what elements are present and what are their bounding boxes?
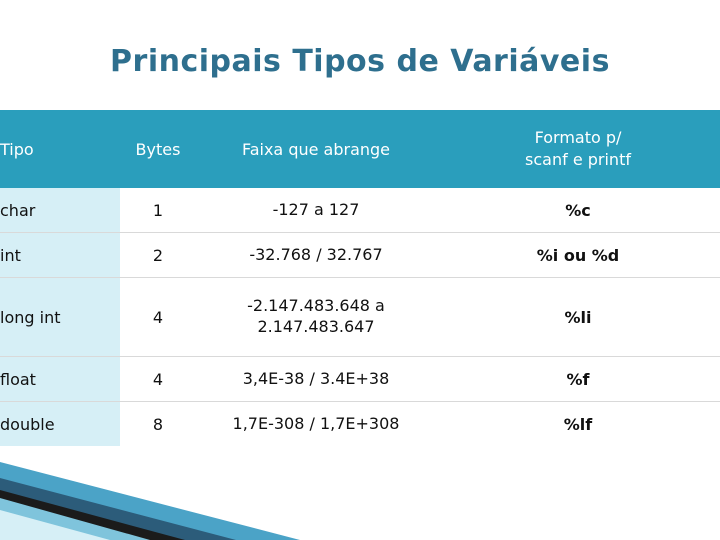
table-header-row: Tipo Bytes Faixa que abrange Formato p/ … (0, 110, 720, 188)
cell-tipo: long int (0, 277, 120, 357)
cell-bytes: 1 (120, 188, 196, 233)
variable-types-table-container: Tipo Bytes Faixa que abrange Formato p/ … (0, 110, 720, 446)
corner-shape (0, 456, 330, 540)
cell-faixa: 1,7E-308 / 1,7E+308 (196, 402, 436, 447)
cell-faixa-line1: -127 a 127 (272, 199, 360, 219)
cell-formato: %li (436, 277, 720, 357)
cell-bytes: 8 (152, 414, 164, 434)
page-title: Principais Tipos de Variáveis (110, 44, 610, 79)
table-row: double 8 1,7E-308 / 1,7E+308 %lf (0, 401, 720, 447)
table-row: long int 4 -2.147.483.648 a 2.147.483.64… (0, 277, 720, 357)
table-row: float 4 3,4E-38 / 3.4E+38 %f (0, 356, 720, 402)
table-body: char 1 -127 a 127 %c int 2 -32.768 / 32.… (0, 188, 720, 446)
cell-formato: %i ou %d (436, 232, 720, 278)
cell-faixa-line1: 1,7E-308 / 1,7E+308 (232, 413, 400, 433)
table-row: char 1 -127 a 127 %c (0, 188, 720, 233)
column-header-bytes: Bytes (135, 139, 181, 159)
cell-tipo: float (0, 356, 120, 402)
decorative-corner-graphic (0, 454, 400, 540)
slide: Principais Tipos de Variáveis Tipo Bytes… (0, 0, 720, 540)
column-header-formato-line2: scanf e printf (525, 150, 631, 169)
cell-tipo: int (0, 232, 120, 278)
cell-bytes: 2 (120, 232, 196, 278)
cell-faixa: -32.768 / 32.767 (196, 232, 436, 278)
variable-types-table: Tipo Bytes Faixa que abrange Formato p/ … (0, 110, 720, 446)
cell-faixa-line1: -32.768 / 32.767 (249, 244, 383, 264)
cell-tipo: char (0, 188, 120, 233)
cell-faixa-line2: 2.147.483.647 (257, 317, 375, 336)
cell-tipo: double (0, 401, 120, 446)
cell-formato: %c (436, 188, 720, 233)
cell-faixa: -127 a 127 (196, 188, 436, 233)
cell-faixa: 3,4E-38 / 3.4E+38 (196, 356, 436, 402)
column-header-faixa: Faixa que abrange (241, 139, 391, 159)
cell-faixa-line1: 3,4E-38 / 3.4E+38 (242, 368, 390, 388)
cell-faixa: -2.147.483.648 a 2.147.483.647 (196, 277, 436, 357)
cell-faixa-line1: -2.147.483.648 a (247, 296, 385, 316)
table-header: Tipo Bytes Faixa que abrange Formato p/ … (0, 110, 720, 188)
cell-bytes: 4 (120, 277, 196, 357)
table-row: int 2 -32.768 / 32.767 %i ou %d (0, 232, 720, 278)
column-header-tipo: Tipo (0, 139, 34, 159)
cell-bytes: 4 (120, 356, 196, 402)
cell-formato: %f (436, 356, 720, 402)
column-header-formato-line1: Formato p/ (534, 128, 622, 148)
column-header-formato: Formato p/ scanf e printf (436, 110, 720, 188)
cell-formato: %lf (563, 414, 593, 434)
